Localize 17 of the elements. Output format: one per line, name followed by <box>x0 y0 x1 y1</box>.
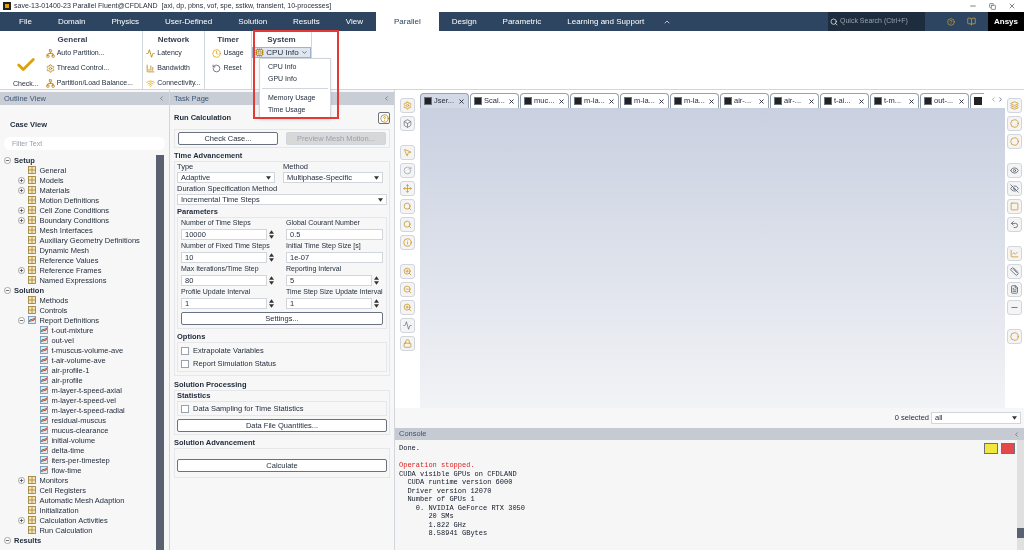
menu-tab[interactable]: View <box>332 12 376 31</box>
menu-tab[interactable]: Parallel <box>376 12 439 31</box>
menu-tab[interactable]: Learning and Support <box>554 12 658 31</box>
menu-tab[interactable]: File <box>6 12 45 31</box>
menu-tab[interactable]: Design <box>438 12 490 31</box>
group-title: General <box>57 35 88 45</box>
brand-logo: Ansys <box>988 12 1024 31</box>
group-title: System <box>267 35 296 45</box>
menu-tab[interactable]: User-Defined <box>152 12 226 31</box>
group-title: Timer <box>217 35 239 45</box>
menu-tab[interactable]: Physics <box>98 12 153 31</box>
menu-tab[interactable]: Results <box>280 12 333 31</box>
menu-tab[interactable]: Solution <box>225 12 281 31</box>
menu-tab[interactable]: Domain <box>44 12 99 31</box>
group-title: Network <box>157 35 190 45</box>
dropdown-button[interactable]: CPU Info <box>252 47 311 58</box>
menu-tab[interactable]: Parametric <box>489 12 555 31</box>
